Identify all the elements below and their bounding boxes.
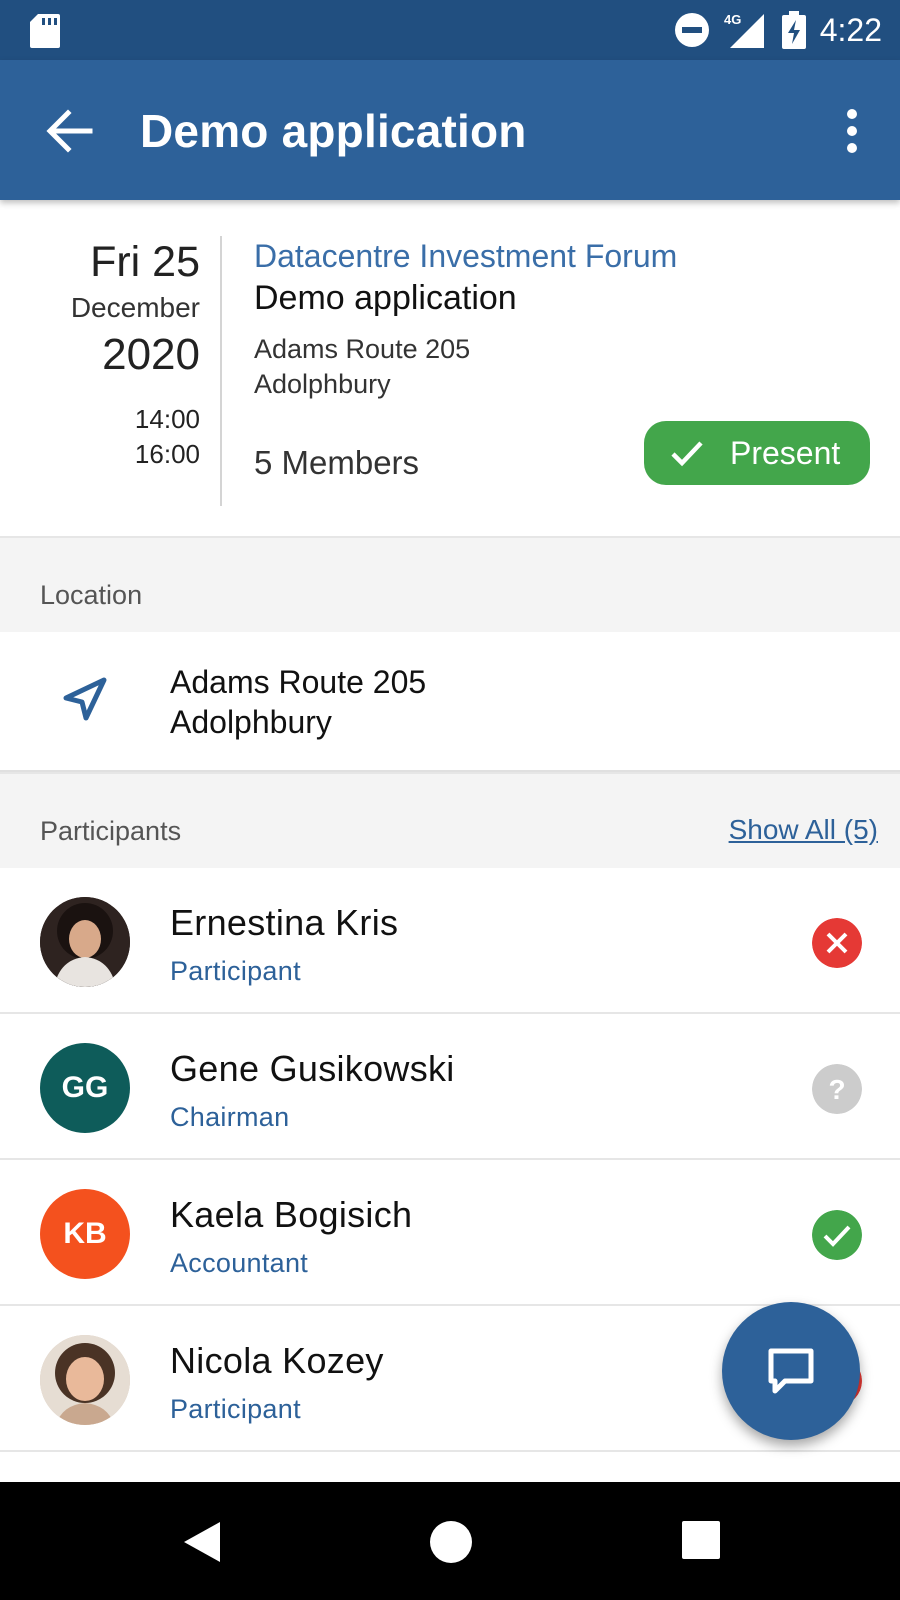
nav-recents-icon[interactable] <box>681 1520 721 1560</box>
avatar-initials: GG <box>61 1071 109 1104</box>
avatar: KB <box>40 1189 130 1279</box>
participant-name: Kaela Bogisich <box>170 1194 413 1235</box>
participant-role: Participant <box>170 1394 301 1424</box>
signal-icon: 4G <box>724 12 764 48</box>
participant-role: Chairman <box>170 1102 290 1132</box>
sd-card-icon <box>30 14 60 48</box>
declined-status-icon <box>812 918 862 968</box>
avatar-initials: KB <box>63 1217 107 1250</box>
location-section-header: Location <box>0 536 900 632</box>
svg-text:?: ? <box>828 1074 845 1105</box>
location-address-line2: Adolphbury <box>170 704 332 740</box>
participant-name: Ernestina Kris <box>170 902 399 943</box>
event-address-line2: Adolphbury <box>254 369 391 399</box>
participant-row[interactable]: KB Kaela Bogisich Accountant <box>0 1160 900 1306</box>
chat-icon <box>768 1348 814 1394</box>
date-divider <box>220 236 222 506</box>
avatar <box>40 1335 130 1425</box>
location-row[interactable]: Adams Route 205 Adolphbury <box>0 632 900 772</box>
status-bar: 4G 4:22 <box>0 0 900 60</box>
event-date: Fri 25 December 2020 14:00 16:00 <box>71 236 200 472</box>
avatar-photo <box>40 897 130 987</box>
participant-row[interactable]: GG Gene Gusikowski Chairman ? <box>0 1014 900 1160</box>
battery-charging-icon <box>781 11 806 49</box>
arrow-back-icon[interactable] <box>44 108 94 154</box>
event-name: Demo application <box>254 279 517 317</box>
navigation-icon <box>63 677 107 721</box>
show-all-link[interactable]: Show All (5) <box>729 814 878 846</box>
accepted-status-icon <box>812 1210 862 1260</box>
event-organization: Datacentre Investment Forum <box>254 238 678 274</box>
app-bar: Demo application <box>0 60 900 200</box>
system-nav-bar <box>0 1482 900 1600</box>
chat-fab-button[interactable] <box>722 1302 860 1440</box>
participants-section-header: Participants Show All (5) <box>0 772 900 868</box>
nav-home-icon[interactable] <box>429 1520 473 1564</box>
avatar <box>40 897 130 987</box>
event-card: Fri 25 December 2020 14:00 16:00 Datacen… <box>0 200 900 536</box>
event-day: Fri 25 <box>90 238 200 286</box>
present-button-label: Present <box>730 434 841 471</box>
avatar-photo <box>40 1335 130 1425</box>
event-address-line1: Adams Route 205 <box>254 334 471 364</box>
present-button[interactable]: Present <box>644 421 870 485</box>
participant-name: Nicola Kozey <box>170 1340 384 1381</box>
avatar: GG <box>40 1043 130 1133</box>
event-year: 2020 <box>102 330 200 379</box>
participant-role: Accountant <box>170 1248 309 1278</box>
event-members-count: 5 Members <box>254 444 420 481</box>
participant-role: Participant <box>170 956 301 986</box>
event-month: December <box>70 292 200 323</box>
more-vert-icon[interactable] <box>842 108 862 154</box>
participant-row[interactable]: Ernestina Kris Participant <box>0 868 900 1014</box>
network-type: 4G <box>724 12 741 27</box>
check-icon <box>671 441 703 467</box>
participant-name: Gene Gusikowski <box>170 1048 455 1089</box>
status-time: 4:22 <box>819 11 882 48</box>
location-address-line1: Adams Route 205 <box>170 664 427 700</box>
event-start-time: 14:00 <box>134 404 200 434</box>
event-end-time: 16:00 <box>134 439 200 469</box>
location-header-label: Location <box>40 580 143 610</box>
do-not-disturb-icon <box>674 13 709 47</box>
unknown-status-icon: ? <box>812 1064 862 1114</box>
participants-header-label: Participants <box>40 816 182 846</box>
nav-back-icon[interactable] <box>180 1520 224 1564</box>
app-bar-title: Demo application <box>140 105 527 157</box>
